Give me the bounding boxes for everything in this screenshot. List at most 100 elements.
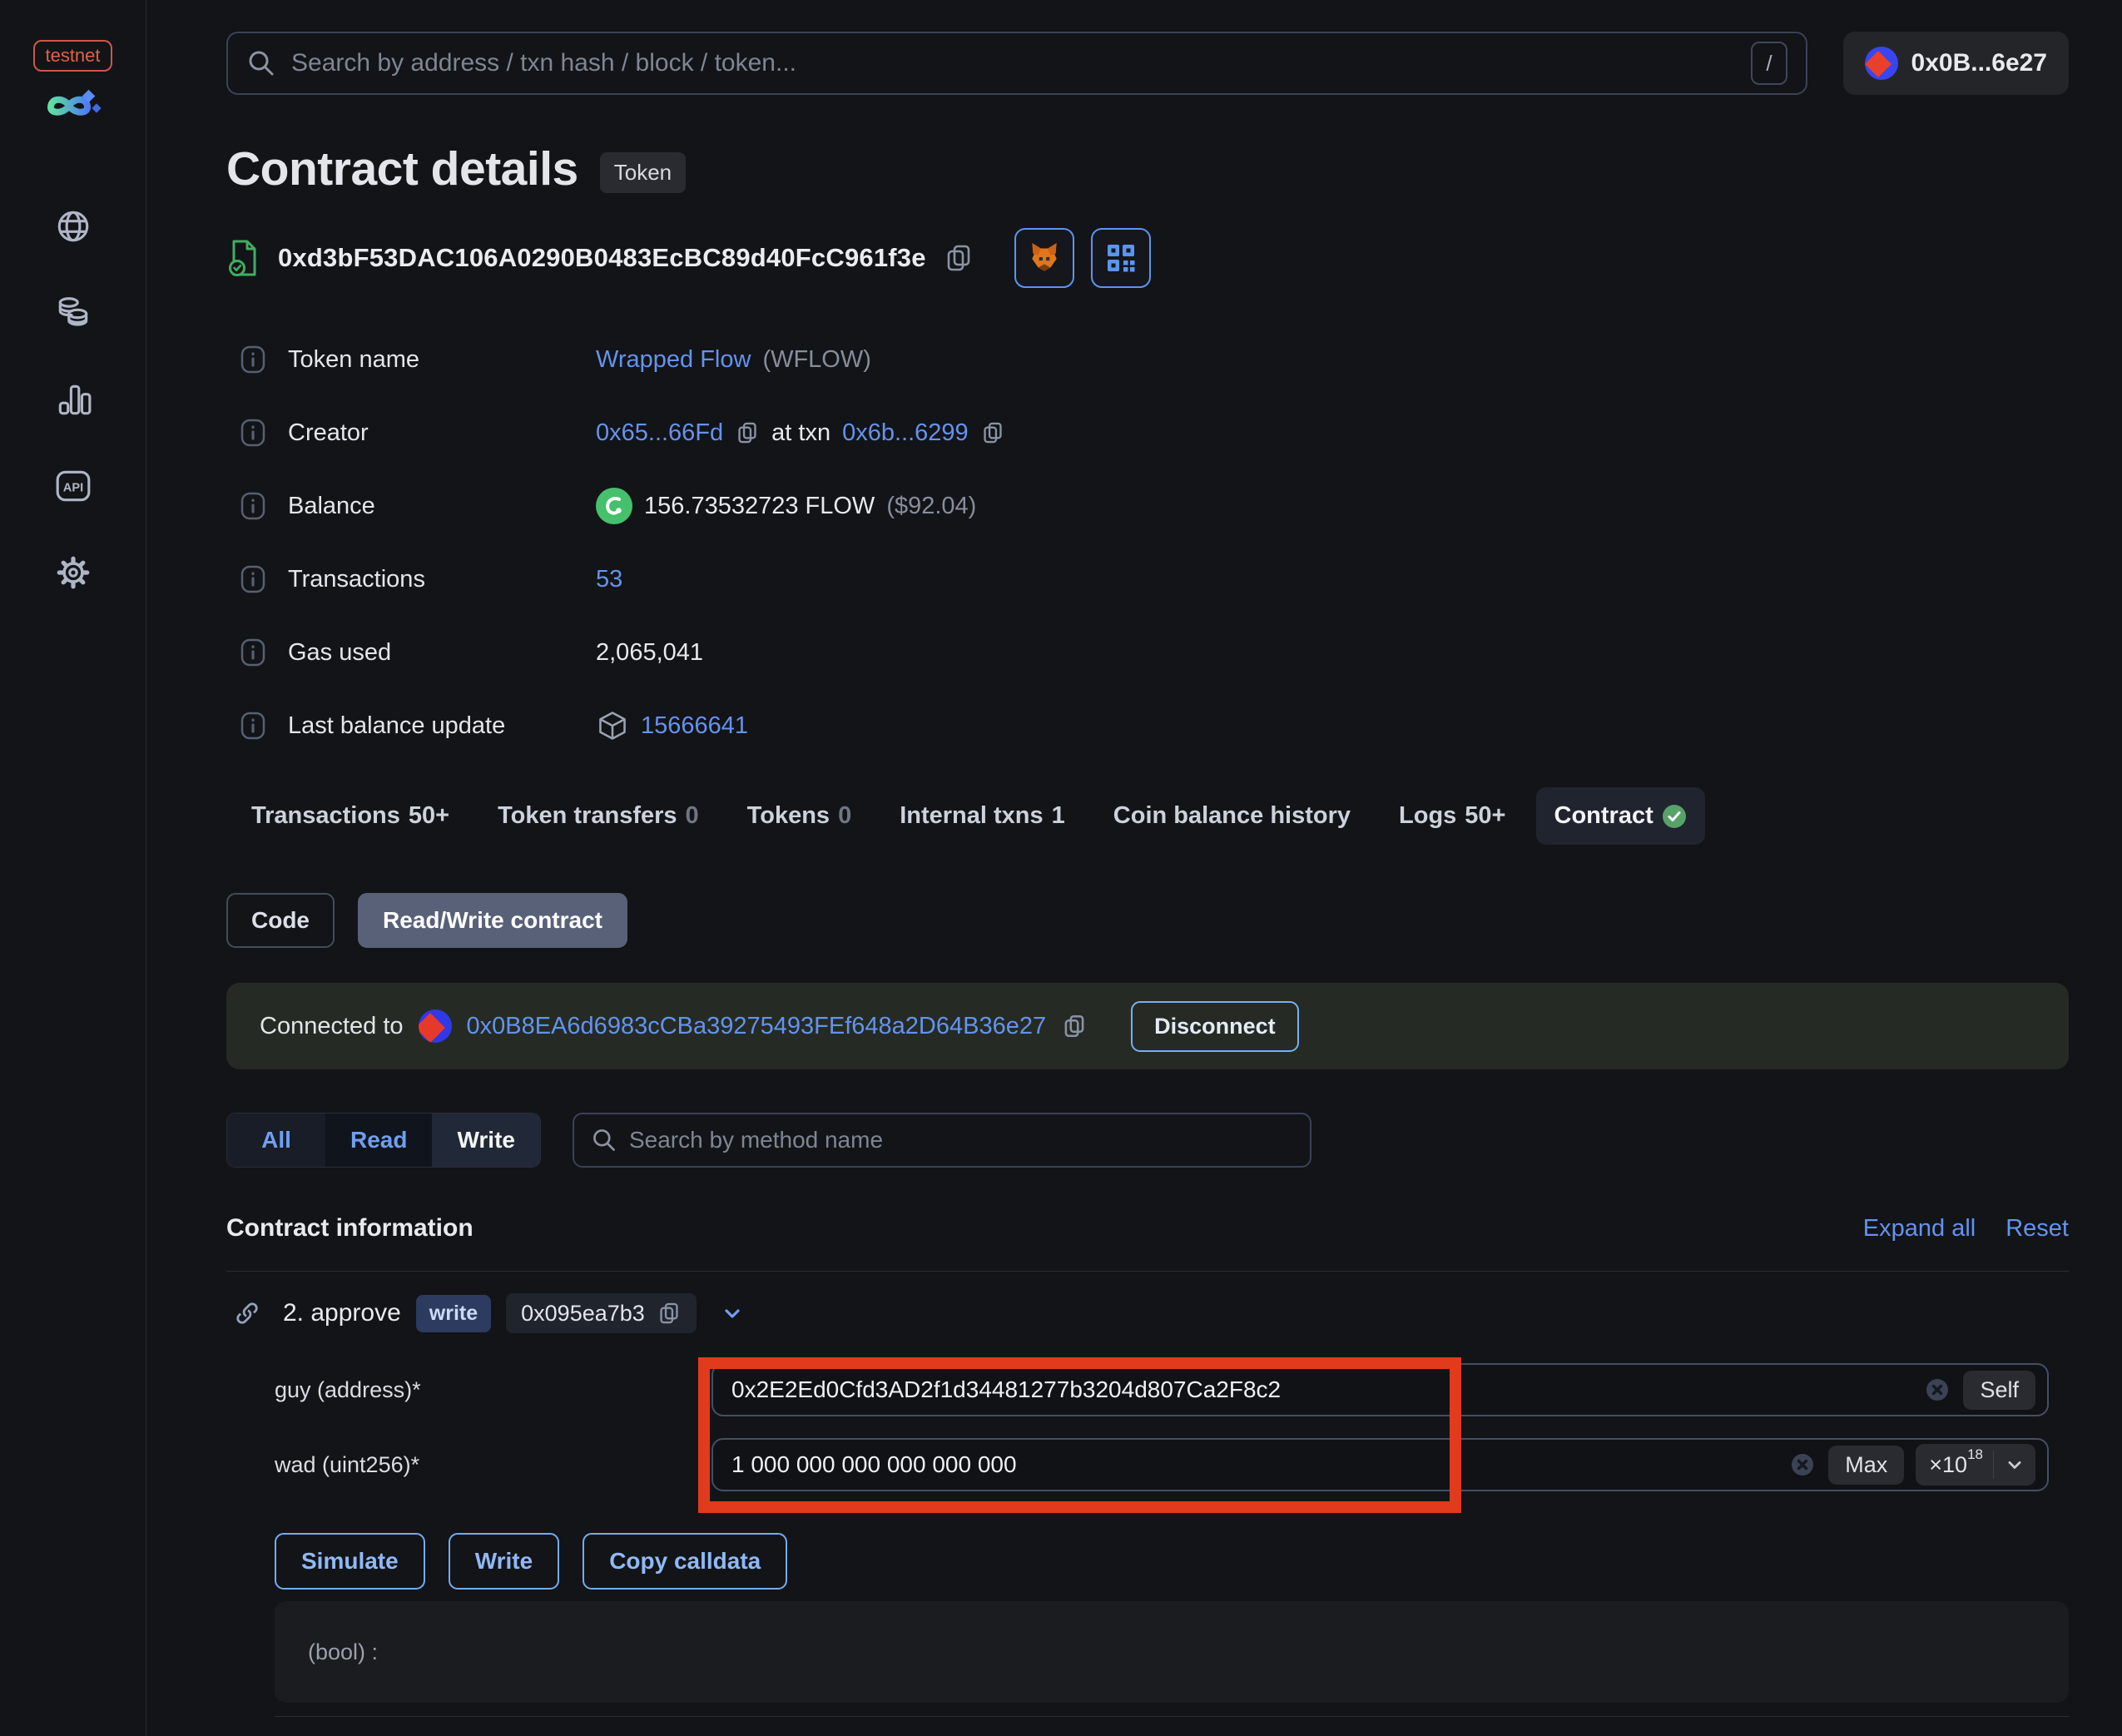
method-divider [275, 1716, 2069, 1717]
contract-subtabs: Code Read/Write contract [226, 893, 2069, 948]
copy-selector-icon[interactable] [657, 1300, 682, 1327]
last-balance-update-label: Last balance update [288, 712, 506, 739]
token-name-label: Token name [288, 345, 419, 373]
simulate-button[interactable]: Simulate [275, 1533, 425, 1590]
reset-link[interactable]: Reset [2005, 1215, 2069, 1242]
api-icon[interactable]: API [54, 467, 92, 505]
info-row-transactions: Transactions 53 [226, 559, 2069, 599]
multiplier-dropdown[interactable]: ×1018 [1916, 1444, 2035, 1486]
contract-info-list: Token name Wrapped Flow (WFLOW) Creator … [226, 340, 2069, 746]
network-badge: testnet [33, 40, 112, 72]
tab-contract[interactable]: Contract [1535, 787, 1705, 845]
tab-code[interactable]: Code [226, 893, 335, 948]
keyboard-shortcut-hint: / [1751, 42, 1787, 85]
method-search-input[interactable] [628, 1127, 1293, 1153]
search-icon [593, 1129, 615, 1151]
info-icon [240, 565, 265, 593]
wallet-address: 0x0B...6e27 [1911, 49, 2047, 77]
link-anchor-icon[interactable] [231, 1297, 263, 1329]
at-txn-text: at txn [771, 419, 831, 446]
app-logo[interactable] [41, 83, 106, 136]
info-icon [240, 345, 265, 374]
qr-code-button[interactable] [1090, 228, 1151, 288]
globe-icon[interactable] [54, 207, 92, 246]
filter-write[interactable]: Write [432, 1114, 540, 1167]
method-name: 2. approve [283, 1299, 401, 1327]
disconnect-button[interactable]: Disconnect [1131, 1000, 1299, 1052]
balance-label: Balance [288, 492, 375, 519]
copy-calldata-button[interactable]: Copy calldata [583, 1533, 788, 1590]
balance-amount: 156.73532723 FLOW [644, 492, 875, 519]
guy-field-box: Self [711, 1363, 2049, 1416]
gas-used-label: Gas used [288, 638, 392, 666]
copy-connected-address-icon[interactable] [1061, 1012, 1088, 1040]
write-button[interactable]: Write [448, 1533, 560, 1590]
field-row-wad: wad (uint256)* Max ×1018 [226, 1438, 2069, 1491]
filter-all[interactable]: All [227, 1114, 325, 1167]
search-input[interactable] [291, 49, 1736, 77]
creator-label: Creator [288, 419, 369, 446]
page-title: Contract details [226, 142, 578, 196]
tab-transactions[interactable]: Transactions 50+ [233, 787, 468, 845]
tab-read-write-contract[interactable]: Read/Write contract [358, 893, 627, 948]
clear-input-icon[interactable] [1923, 1376, 1951, 1404]
flow-token-icon [596, 488, 632, 524]
title-row: Contract details Token [226, 141, 2069, 196]
transactions-count-link[interactable]: 53 [596, 566, 622, 593]
chevron-down-icon[interactable] [720, 1301, 745, 1326]
tab-tokens[interactable]: Tokens 0 [729, 787, 870, 845]
info-icon [240, 419, 265, 447]
connected-wallet-avatar [418, 1009, 452, 1043]
bar-chart-icon[interactable] [54, 380, 92, 419]
tab-token-transfers[interactable]: Token transfers 0 [479, 787, 717, 845]
clear-input-icon[interactable] [1788, 1451, 1817, 1479]
method-approve-header[interactable]: 2. approve write 0x095ea7b3 [226, 1293, 2069, 1333]
tab-bar: Transactions 50+ Token transfers 0 Tokens 0… [233, 787, 2069, 845]
connected-address-link[interactable]: 0x0B8EA6d6983cCBa39275493FEf648a2D64B36e… [467, 1013, 1047, 1040]
info-row-balance: Balance 156.73532723 FLOW ($92.04) [226, 486, 2069, 526]
copy-creator-icon[interactable] [735, 419, 760, 446]
field-row-guy: guy (address)* Self [226, 1363, 2069, 1416]
transactions-label: Transactions [288, 565, 425, 593]
tab-coin-balance-history[interactable]: Coin balance history [1095, 787, 1369, 845]
contract-information-heading: Contract information [226, 1214, 473, 1242]
wallet-avatar [1864, 47, 1898, 80]
guy-address-input[interactable] [731, 1376, 1912, 1403]
chevron-down-icon[interactable] [2004, 1454, 2025, 1476]
sidebar-nav: API [54, 207, 92, 640]
connected-banner: Connected to 0x0B8EA6d6983cCBa39275493FE… [226, 983, 2069, 1069]
copy-address-icon[interactable] [943, 241, 974, 275]
global-search[interactable]: / [226, 32, 1807, 95]
method-type-segmented-control: All Read Write [226, 1113, 541, 1168]
main-content: / 0x0B...6e27 Contract details Token [146, 0, 2122, 1736]
creation-txn-link[interactable]: 0x6b...6299 [842, 419, 969, 447]
verified-check-icon [1662, 804, 1686, 828]
expand-all-link[interactable]: Expand all [1863, 1215, 1976, 1242]
last-update-block-link[interactable]: 15666641 [641, 712, 748, 740]
coins-icon[interactable] [54, 294, 92, 332]
max-button[interactable]: Max [1828, 1445, 1905, 1485]
method-search[interactable] [572, 1113, 1311, 1168]
info-icon [240, 712, 265, 740]
svg-text:API: API [62, 482, 82, 495]
gear-icon[interactable] [54, 553, 92, 592]
filter-read[interactable]: Read [325, 1114, 433, 1167]
wallet-button[interactable]: 0x0B...6e27 [1842, 32, 2069, 95]
divider [1993, 1451, 1994, 1479]
block-cube-icon [599, 712, 626, 740]
creator-address-link[interactable]: 0x65...66Fd [596, 419, 723, 447]
wad-amount-input[interactable] [731, 1451, 1777, 1478]
multiplier-exponent: 18 [1967, 1446, 1983, 1462]
info-row-creator: Creator 0x65...66Fd at txn 0x6b...6299 [226, 413, 2069, 453]
info-icon [240, 638, 265, 667]
tab-internal-txns[interactable]: Internal txns 1 [881, 787, 1083, 845]
token-name-link[interactable]: Wrapped Flow [596, 346, 751, 374]
search-icon [249, 51, 274, 76]
wad-field-box: Max ×1018 [711, 1438, 2049, 1491]
self-button[interactable]: Self [1963, 1370, 2035, 1410]
add-to-metamask-button[interactable] [1014, 228, 1074, 288]
copy-txn-icon[interactable] [980, 419, 1005, 446]
contract-address-row: 0xd3bF53DAC106A0290B0483EcBC89d40FcC961f… [226, 228, 2069, 288]
connected-to-text: Connected to [260, 1012, 404, 1039]
tab-logs[interactable]: Logs 50+ [1381, 787, 1524, 845]
